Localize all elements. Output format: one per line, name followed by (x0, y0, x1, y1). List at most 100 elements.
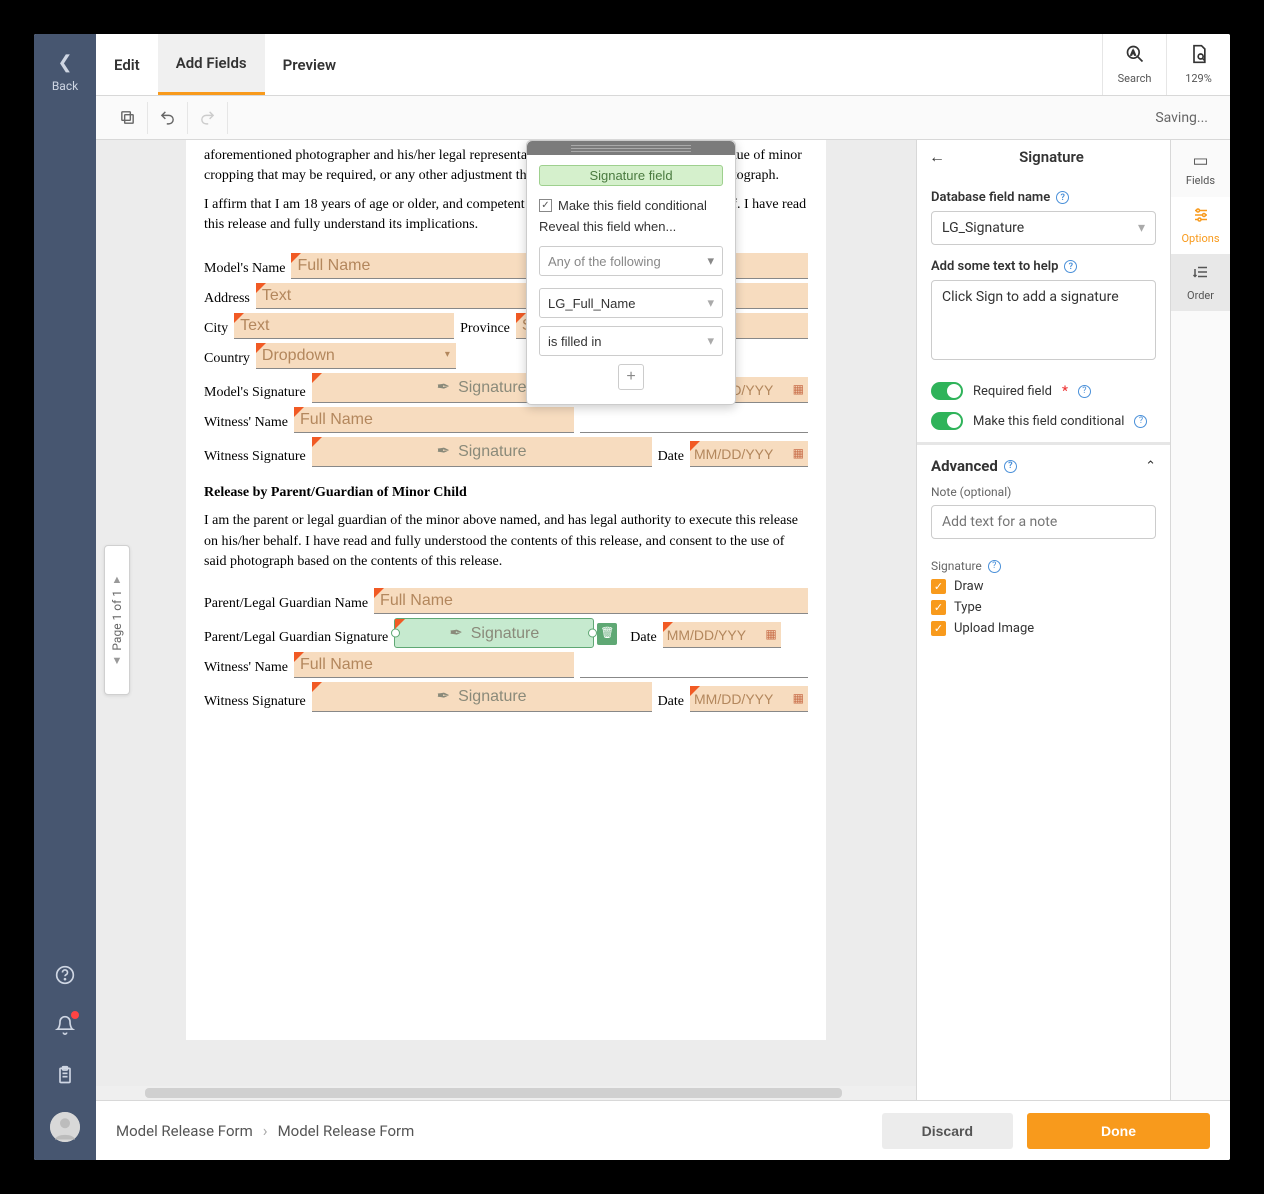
label-city: City (204, 319, 228, 339)
section-body: I am the parent or legal guardian of the… (204, 511, 808, 572)
field-city[interactable]: Text (234, 313, 454, 339)
label-pg-signature: Parent/Legal Guardian Signature (204, 628, 388, 648)
section-title: Release by Parent/Guardian of Minor Chil… (204, 483, 808, 503)
order-icon (1192, 263, 1210, 286)
back-button[interactable]: ❮ Back (52, 34, 78, 115)
help-icon[interactable]: ? (1004, 460, 1017, 473)
feather-icon: ✒ (437, 376, 450, 399)
field-pg-signature-selected[interactable]: ✒Signature 🗑 (394, 618, 594, 648)
required-star: * (1062, 384, 1068, 399)
help-icon[interactable] (52, 962, 78, 988)
label-country: Country (204, 349, 250, 369)
calendar-icon: ▦ (793, 690, 804, 707)
avatar[interactable] (50, 1112, 80, 1142)
note-input[interactable] (931, 505, 1156, 539)
opt-type[interactable]: ✓Type (931, 600, 1156, 615)
db-field-label: Database field name? (931, 190, 1156, 205)
popover-any-select[interactable]: Any of the following▾ (539, 246, 723, 276)
zoom-button[interactable]: 129% (1166, 34, 1230, 95)
help-icon[interactable]: ? (1134, 415, 1147, 428)
popover-drag-handle[interactable] (527, 141, 735, 155)
feather-icon: ✒ (437, 440, 450, 463)
undo-button[interactable] (148, 102, 188, 134)
opt-draw[interactable]: ✓Draw (931, 579, 1156, 594)
far-fields[interactable]: ▭ Fields (1171, 140, 1230, 197)
svg-text:A: A (1130, 50, 1135, 57)
popover-field-select[interactable]: LG_Full_Name▾ (539, 288, 723, 318)
chevron-up-icon: ⌃ (1145, 459, 1156, 474)
help-text-label: Add some text to help? (931, 259, 1156, 274)
help-icon[interactable]: ? (1078, 385, 1091, 398)
saving-status: Saving... (1155, 110, 1208, 126)
popover-condition-select[interactable]: is filled in▾ (539, 326, 723, 356)
tab-edit[interactable]: Edit (96, 34, 158, 95)
field-country[interactable]: Dropdown▾ (256, 343, 456, 369)
calendar-icon: ▦ (793, 381, 804, 398)
chevron-left-icon: ❮ (52, 52, 78, 73)
redo-button[interactable] (188, 102, 228, 134)
conditional-popover[interactable]: Signature field ✓ Make this field condit… (526, 140, 736, 405)
advanced-section[interactable]: Advanced? ⌃ (917, 442, 1170, 481)
label-address: Address (204, 289, 250, 309)
duplicate-button[interactable] (108, 102, 148, 134)
panel-title: Signature (945, 148, 1158, 166)
help-icon[interactable]: ? (1064, 260, 1077, 273)
label-witness-name: Witness' Name (204, 413, 288, 433)
checkbox-icon: ✓ (539, 199, 552, 212)
label-date-2: Date (658, 447, 684, 467)
breadcrumb-1[interactable]: Model Release Form (116, 1122, 253, 1140)
clipboard-icon[interactable] (52, 1062, 78, 1088)
opt-upload[interactable]: ✓Upload Image (931, 621, 1156, 636)
page-zoom-icon (1189, 44, 1209, 69)
notifications-icon[interactable] (52, 1012, 78, 1038)
chevron-right-icon: › (263, 1121, 268, 1140)
popover-reveal-label: Reveal this field when... (539, 219, 723, 234)
zoom-label: 129% (1185, 72, 1212, 85)
field-witness-signature-2[interactable]: ✒Signature (312, 682, 652, 712)
breadcrumb-2[interactable]: Model Release Form (278, 1122, 415, 1140)
done-button[interactable]: Done (1027, 1113, 1210, 1149)
required-toggle[interactable] (931, 382, 963, 400)
label-models-name: Model's Name (204, 259, 285, 279)
conditional-toggle[interactable] (931, 412, 963, 430)
far-order[interactable]: Order (1171, 254, 1230, 311)
options-icon (1192, 206, 1210, 229)
field-witness-name[interactable]: Full Name (294, 407, 574, 433)
popover-make-conditional[interactable]: ✓ Make this field conditional (539, 198, 723, 213)
calendar-icon: ▦ (793, 445, 804, 462)
far-options[interactable]: Options (1171, 197, 1230, 254)
tab-preview[interactable]: Preview (265, 34, 354, 95)
popover-add-condition[interactable]: + (618, 364, 644, 390)
search-icon: A (1125, 44, 1145, 69)
field-date-2[interactable]: MM/DD/YYY▦ (690, 441, 808, 467)
label-witness-signature: Witness Signature (204, 447, 306, 467)
field-witness-signature[interactable]: ✒Signature (312, 437, 652, 467)
footer: Model Release Form › Model Release Form … (96, 1100, 1230, 1160)
label-pg-name: Parent/Legal Guardian Name (204, 594, 368, 614)
label-witness-signature-2: Witness Signature (204, 692, 306, 712)
help-icon[interactable]: ? (988, 560, 1001, 573)
db-field-select[interactable]: LG_Signature▾ (931, 211, 1156, 245)
label-date-4: Date (658, 692, 684, 712)
tab-add-fields[interactable]: Add Fields (158, 34, 265, 95)
field-date-3[interactable]: MM/DD/YYY▦ (663, 622, 781, 648)
horizontal-scrollbar[interactable] (96, 1086, 916, 1100)
discard-button[interactable]: Discard (882, 1113, 1013, 1149)
help-textarea[interactable]: Click Sign to add a signature (931, 280, 1156, 360)
required-label: Required field (973, 384, 1052, 399)
note-label: Note (optional) (931, 485, 1156, 499)
fields-icon: ▭ (1192, 151, 1208, 171)
help-icon[interactable]: ? (1056, 191, 1069, 204)
popover-title: Signature field (539, 165, 723, 186)
field-witness-name-2[interactable]: Full Name (294, 652, 574, 678)
right-panel: ← Signature Database field name? LG_Sign… (916, 140, 1170, 1100)
delete-field-button[interactable]: 🗑 (597, 623, 617, 645)
feather-icon: ✒ (449, 622, 462, 645)
field-pg-name[interactable]: Full Name (374, 588, 808, 614)
search-button[interactable]: A Search (1102, 34, 1166, 95)
panel-back-button[interactable]: ← (929, 147, 945, 167)
notification-dot (70, 1010, 80, 1020)
document-area: ▲ Page 1 of 1 ▼ aforementioned photograp… (96, 140, 916, 1100)
left-rail: ❮ Back (34, 34, 96, 1160)
field-date-4[interactable]: MM/DD/YYY▦ (690, 686, 808, 712)
